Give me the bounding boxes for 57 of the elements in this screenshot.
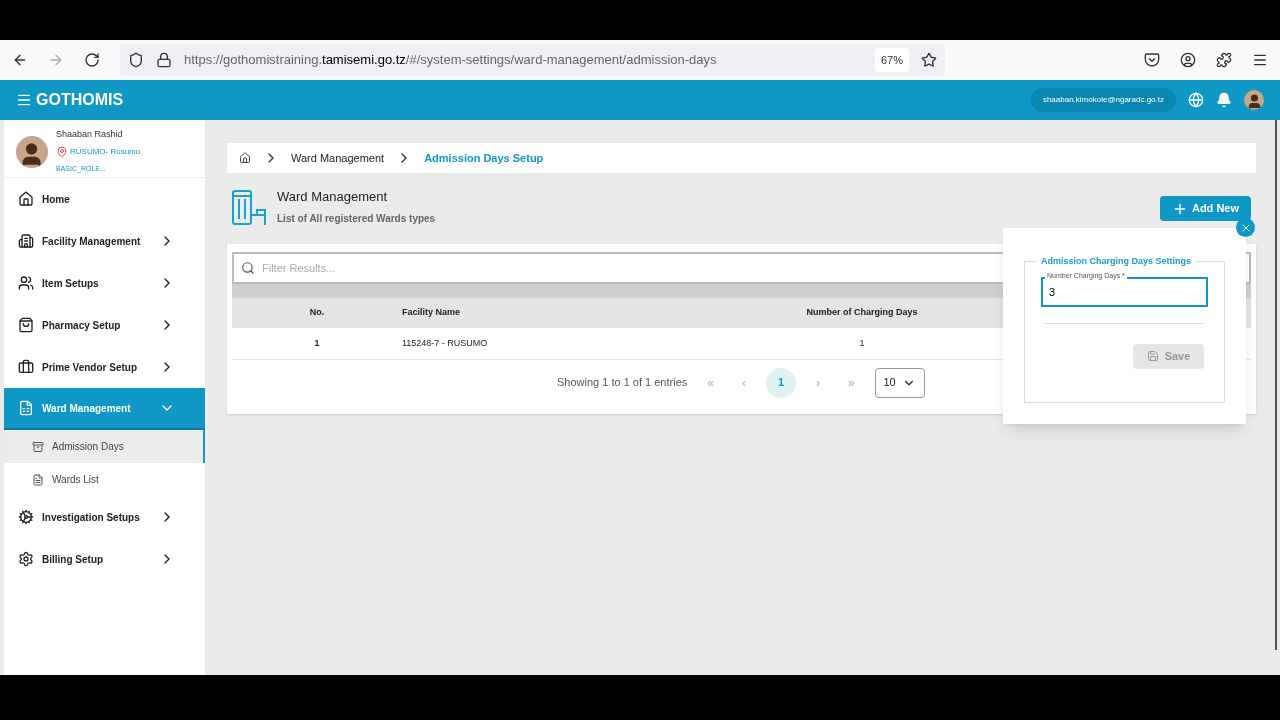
user-avatar xyxy=(16,136,48,168)
location-pin-icon xyxy=(56,145,68,158)
submenu-icon xyxy=(32,473,44,486)
close-button[interactable] xyxy=(1236,218,1255,237)
notification-icon[interactable] xyxy=(1216,92,1232,108)
menu-icon[interactable] xyxy=(1252,52,1268,68)
back-icon[interactable] xyxy=(12,52,28,68)
table-cell-text: 115248-7 - RUSUMO xyxy=(402,336,488,350)
user-location: RUSUMO- Rusumo xyxy=(70,145,141,158)
reload-icon[interactable] xyxy=(84,52,100,68)
sidebar-item[interactable]: Facility Management xyxy=(4,220,205,262)
table-cell-text: 1 xyxy=(859,336,865,350)
menu-item-icon xyxy=(18,359,34,375)
page-size-select[interactable]: 10 xyxy=(874,367,925,398)
menu-item-icon xyxy=(18,509,34,525)
sidebar-item[interactable]: Billing Setup xyxy=(4,538,205,580)
menu-item-icon xyxy=(18,551,34,567)
user-name: Shaaban Rashid xyxy=(56,128,124,141)
submenu-icon xyxy=(32,440,44,453)
fieldset-legend: Admission Charging Days Settings xyxy=(1037,255,1196,269)
home-icon[interactable] xyxy=(239,152,251,164)
language-icon[interactable] xyxy=(1188,92,1204,108)
profile-avatar xyxy=(1244,90,1264,110)
pagination-summary: Showing 1 to 1 of 1 entries xyxy=(557,375,688,391)
account-icon[interactable] xyxy=(1180,52,1196,68)
shield-icon xyxy=(128,52,144,68)
user-email[interactable]: shaaban.kimokole@ngaradc.go.tz xyxy=(1030,88,1176,112)
page-subtitle: List of All registered Wards types xyxy=(277,211,436,226)
column-header: Facility Name xyxy=(402,306,461,320)
breadcrumb-link[interactable]: Ward Management xyxy=(291,149,385,167)
menu-item-icon xyxy=(18,233,34,249)
page-title: Ward Management xyxy=(277,188,389,206)
lock-icon xyxy=(156,52,172,68)
menu-item-icon xyxy=(18,317,34,333)
sidebar-item[interactable]: Investigation Setups xyxy=(4,496,205,538)
extensions-icon[interactable] xyxy=(1216,52,1232,68)
url-text: https://gothomistraining.tamisemi.go.tz/#/system-settings/ward-management/admission-days xyxy=(184,51,718,70)
column-header: Number of Charging Days xyxy=(806,306,918,320)
save-icon xyxy=(1146,350,1159,362)
submenu-item[interactable]: Wards List xyxy=(4,463,205,496)
sidebar-item[interactable]: Prime Vendor Setup xyxy=(4,346,205,388)
bookmark-star-icon[interactable] xyxy=(921,52,937,68)
menu-item-icon xyxy=(18,191,34,207)
brand-logo: GOTHOMIS xyxy=(36,90,124,110)
table-cell-text: 1 xyxy=(314,336,320,350)
search-icon xyxy=(241,261,255,275)
sidebar-item[interactable]: Item Setups xyxy=(4,262,205,304)
menu-item-icon xyxy=(18,400,34,416)
address-bar[interactable]: https://gothomistraining.tamisemi.go.tz/#/system-settings/ward-management/admission-days 67% xyxy=(120,44,945,76)
sidebar-item[interactable]: Home xyxy=(4,178,205,220)
zoom-level[interactable]: 67% xyxy=(874,47,909,73)
menu-item-icon xyxy=(18,275,34,291)
sidebar-item[interactable]: Pharmacy Setup xyxy=(4,304,205,346)
column-header: No. xyxy=(309,306,325,320)
ward-bed-icon xyxy=(231,189,269,227)
pocket-icon[interactable] xyxy=(1144,52,1160,68)
submenu-item[interactable]: Admission Days xyxy=(4,430,205,463)
